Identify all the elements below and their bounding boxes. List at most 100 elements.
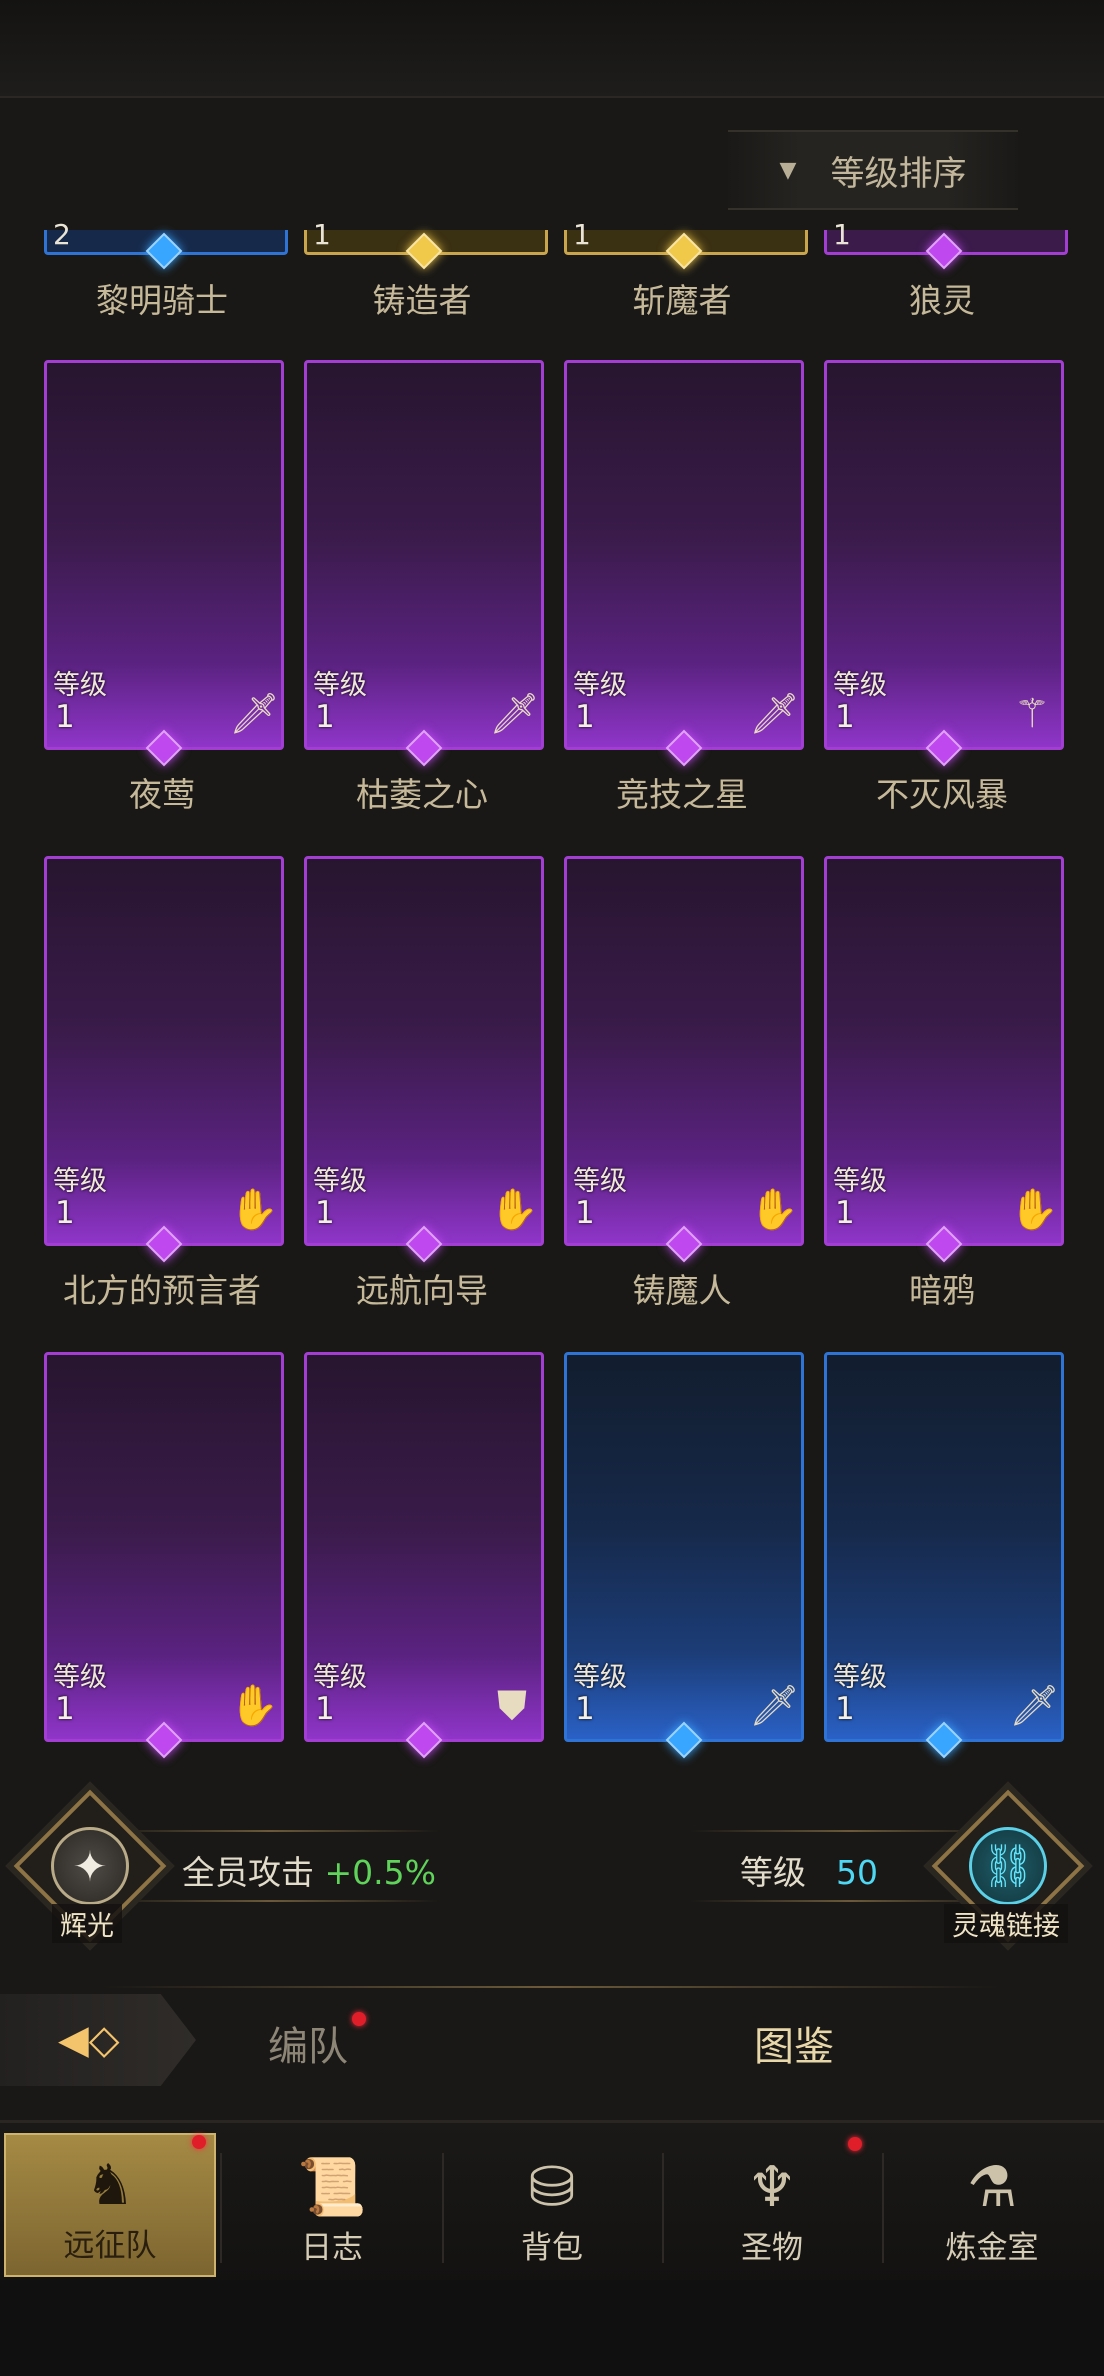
level-label: 等级 — [833, 670, 887, 701]
nav-journal[interactable]: 📜 日志 — [226, 2133, 438, 2277]
top-bar — [0, 0, 1104, 98]
hero-card-partial[interactable]: 1 — [304, 220, 548, 270]
hand-icon: ✋ — [749, 1187, 799, 1233]
level-value: 1 — [55, 1195, 75, 1231]
tab-team[interactable]: 编队 — [268, 2014, 348, 2072]
viking-helmet-icon: ♞ — [84, 2153, 136, 2218]
level-value: 1 — [315, 1195, 335, 1231]
chalice-icon: ♆ — [746, 2155, 798, 2220]
nav-expedition[interactable]: ♞ 远征队 — [4, 2133, 216, 2277]
hand-icon: ✋ — [1009, 1187, 1059, 1233]
team-attack-bonus: 全员攻击 +0.5% — [182, 1853, 437, 1892]
staff-icon: ⚚ — [1014, 691, 1050, 737]
notification-dot — [192, 2135, 206, 2149]
hero-card[interactable]: 等级 1 🗡 — [564, 360, 804, 767]
hero-card[interactable]: 等级 1 🗡 — [824, 1352, 1064, 1759]
hero-row-partial: 2 1 1 1 黎明骑士 铸造者 斩魔者 狼灵 — [0, 220, 1104, 330]
nav-backpack[interactable]: ⛁ 背包 — [446, 2133, 658, 2277]
level-label: 等级 — [53, 670, 107, 701]
shield-icon: ⛊ — [497, 1683, 527, 1729]
hero-name: 铸魔人 — [632, 1271, 732, 1310]
notification-dot — [848, 2137, 862, 2151]
bottom-navigation: ♞ 远征队 📜 日志 ⛁ 背包 ♆ 圣物 ⚗ 炼金室 — [0, 2120, 1104, 2283]
hero-name: 黎明骑士 — [96, 281, 228, 320]
level-value: 1 — [55, 1691, 75, 1727]
level-value: 1 — [835, 1691, 855, 1727]
hero-name: 枯萎之心 — [356, 775, 488, 814]
rarity-gem-icon — [145, 232, 183, 270]
level-value: 1 — [315, 1691, 335, 1727]
scroll-icon: 📜 — [297, 2155, 367, 2220]
hand-icon: ✋ — [489, 1187, 539, 1233]
hero-card-partial[interactable]: 2 — [44, 220, 288, 270]
sub-tabs: ◀◇ 编队 图鉴 — [0, 1986, 1104, 2100]
level-value: 1 — [55, 699, 75, 735]
arrow-left-icon: ◀◇ — [58, 2017, 120, 2063]
sword-icon: 🗡 — [489, 691, 540, 737]
level-label: 等级 — [53, 1166, 107, 1197]
hero-name: 竞技之星 — [616, 775, 748, 814]
level-label: 等级 — [313, 1662, 367, 1693]
level-value: 1 — [835, 699, 855, 735]
hero-name: 暗鸦 — [909, 1271, 975, 1310]
link-level-value: 50 — [836, 1853, 878, 1892]
level-value: 1 — [835, 1195, 855, 1231]
sort-by-level-button[interactable]: ▼ 等级排序 — [728, 130, 1018, 210]
level-label: 等级 — [573, 1662, 627, 1693]
hero-name: 北方的预言者 — [63, 1271, 261, 1310]
hero-card[interactable]: 等级 1 ⚚ — [824, 360, 1064, 767]
hero-name: 狼灵 — [909, 281, 975, 320]
level-value: 1 — [575, 1691, 595, 1727]
hero-card[interactable]: 等级 1 ✋ — [44, 1352, 284, 1759]
hero-card[interactable]: 等级 1 🗡 — [564, 1352, 804, 1759]
hero-name: 斩魔者 — [632, 281, 732, 320]
sword-icon: 🗡 — [1009, 1683, 1060, 1729]
back-button[interactable]: ◀◇ — [0, 1994, 196, 2086]
triangle-down-icon: ▼ — [779, 157, 797, 183]
link-icon: ⛓ — [969, 1827, 1047, 1905]
hero-card[interactable]: 等级 1 ✋ — [564, 856, 804, 1263]
level-label: 等级 — [833, 1166, 887, 1197]
hero-name: 不灭风暴 — [876, 775, 1008, 814]
hand-icon: ✋ — [229, 1683, 279, 1729]
hero-name: 铸造者 — [372, 281, 472, 320]
bonus-bar: ✦ 辉光 全员攻击 +0.5% 等级 50 ⛓ 灵魂链接 — [0, 1780, 1104, 1950]
hero-card[interactable]: 等级 1 🗡 — [44, 360, 284, 767]
level-value: 1 — [575, 1195, 595, 1231]
bag-icon: ⛁ — [528, 2155, 576, 2220]
alchemy-icon: ⚗ — [966, 2155, 1018, 2220]
level-label: 等级 — [573, 1166, 627, 1197]
hero-card[interactable]: 等级 1 🗡 — [304, 360, 544, 767]
hero-card-partial[interactable]: 1 — [564, 220, 808, 270]
radiance-label: 辉光 — [52, 1904, 122, 1943]
hero-name: 远航向导 — [356, 1271, 488, 1310]
attack-bonus-value: +0.5% — [324, 1853, 437, 1892]
hero-card-partial[interactable]: 1 — [824, 220, 1068, 270]
level-label: 等级 — [313, 1166, 367, 1197]
system-bar — [0, 2280, 1104, 2376]
rarity-gem-icon — [665, 232, 703, 270]
sword-icon: 🗡 — [229, 691, 280, 737]
compass-icon: ✦ — [51, 1827, 129, 1905]
level-label: 等级 — [573, 670, 627, 701]
nav-alchemy[interactable]: ⚗ 炼金室 — [886, 2133, 1098, 2277]
soul-link-label: 灵魂链接 — [944, 1904, 1068, 1943]
hero-name: 夜莺 — [129, 775, 195, 814]
tab-codex[interactable]: 图鉴 — [754, 2014, 834, 2072]
hero-card[interactable]: 等级 1 ✋ — [44, 856, 284, 1263]
level-value: 1 — [315, 699, 335, 735]
hero-card[interactable]: 等级 1 ⛊ — [304, 1352, 544, 1759]
hero-card[interactable]: 等级 1 ✋ — [824, 856, 1064, 1263]
hand-icon: ✋ — [229, 1187, 279, 1233]
sort-label: 等级排序 — [830, 153, 967, 194]
sword-icon: 🗡 — [749, 691, 800, 737]
nav-relics[interactable]: ♆ 圣物 — [666, 2133, 878, 2277]
level-label: 等级 — [53, 1662, 107, 1693]
hero-grid: 2 1 1 1 黎明骑士 铸造者 斩魔者 狼灵 等级 1 🗡 夜莺 等级 1 🗡 枯萎之心 等级… — [0, 220, 1104, 1780]
level-label: 等级 — [313, 670, 367, 701]
link-level: 等级 50 — [740, 1853, 878, 1892]
rarity-gem-icon — [925, 232, 963, 270]
notification-dot — [352, 2012, 366, 2026]
level-value: 1 — [575, 699, 595, 735]
hero-card[interactable]: 等级 1 ✋ — [304, 856, 544, 1263]
